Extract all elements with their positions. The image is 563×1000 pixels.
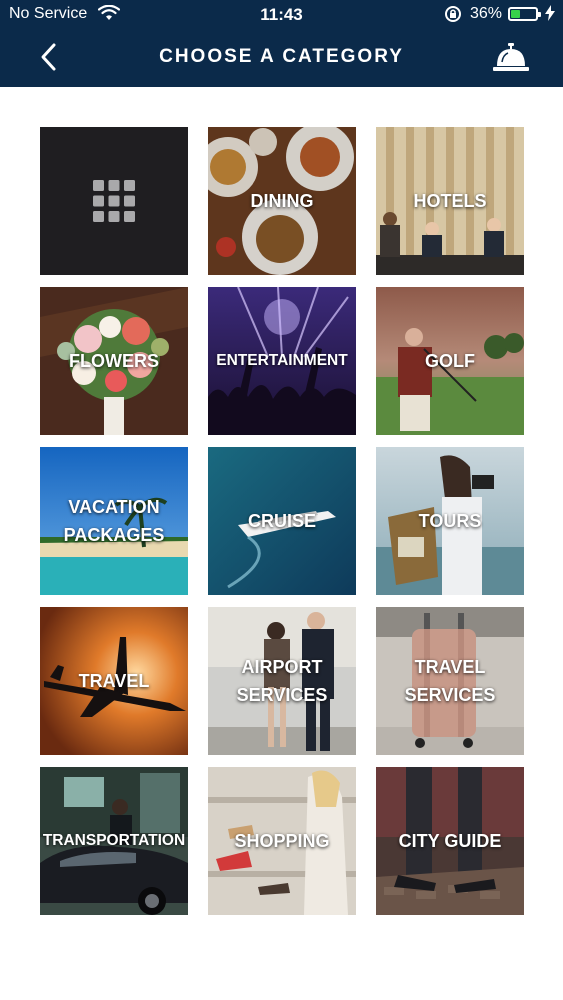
status-bar: No Service 11:43 36% (0, 0, 563, 30)
category-tile-travel-services[interactable]: TRAVEL SERVICES (376, 607, 524, 755)
category-tile-cruise[interactable]: CRUISE (208, 447, 356, 595)
category-label: GOLF (425, 351, 475, 371)
nav-bar: CHOOSE A CATEGORY (0, 30, 563, 87)
category-tile-entertainment[interactable]: ENTERTAINMENT (208, 287, 356, 435)
orientation-lock-icon (445, 6, 461, 22)
grid-icon (93, 180, 135, 222)
category-label: ENTERTAINMENT (216, 352, 348, 369)
concierge-bell-icon[interactable] (492, 42, 530, 74)
category-tile-travel[interactable]: TRAVEL (40, 607, 188, 755)
app-header: No Service 11:43 36% CHOOSE A CATEGORY (0, 0, 563, 87)
battery-icon (508, 7, 541, 21)
category-label: TRANSPORTATION (42, 832, 186, 849)
category-label: TRAVEL (78, 671, 150, 691)
battery-level (511, 10, 520, 18)
category-tile-vacation-packages[interactable]: VACATION PACKAGES (40, 447, 188, 595)
category-tile-hotels[interactable]: HOTELS (376, 127, 524, 275)
category-tile-golf[interactable]: GOLF (376, 287, 524, 435)
category-label: TOURS (418, 511, 482, 531)
page-title: CHOOSE A CATEGORY (159, 46, 404, 67)
category-label: TRAVEL SERVICES (404, 657, 496, 705)
battery-percent: 36% (470, 5, 503, 22)
category-tile-tours[interactable]: TOURS (376, 447, 524, 595)
category-label: HOTELS (413, 191, 487, 211)
category-label: DINING (250, 191, 314, 211)
category-tile-transportation[interactable]: TRANSPORTATION (40, 767, 188, 915)
category-tile-shopping[interactable]: SHOPPING (208, 767, 356, 915)
category-label: CITY GUIDE (398, 831, 502, 851)
category-label: CRUISE (247, 511, 316, 531)
category-label: FLOWERS (69, 351, 159, 371)
category-tile-airport-services[interactable]: AIRPORT SERVICES (208, 607, 356, 755)
category-label: SHOPPING (234, 831, 330, 851)
category-label: AIRPORT SERVICES (236, 657, 328, 705)
category-tile-city-guide[interactable]: CITY GUIDE (376, 767, 524, 915)
charging-bolt-icon (545, 5, 555, 21)
category-tile-all[interactable] (40, 127, 188, 275)
category-tile-dining[interactable]: DINING (208, 127, 356, 275)
category-label: VACATION PACKAGES (63, 497, 165, 545)
category-tile-flowers[interactable]: FLOWERS (40, 287, 188, 435)
